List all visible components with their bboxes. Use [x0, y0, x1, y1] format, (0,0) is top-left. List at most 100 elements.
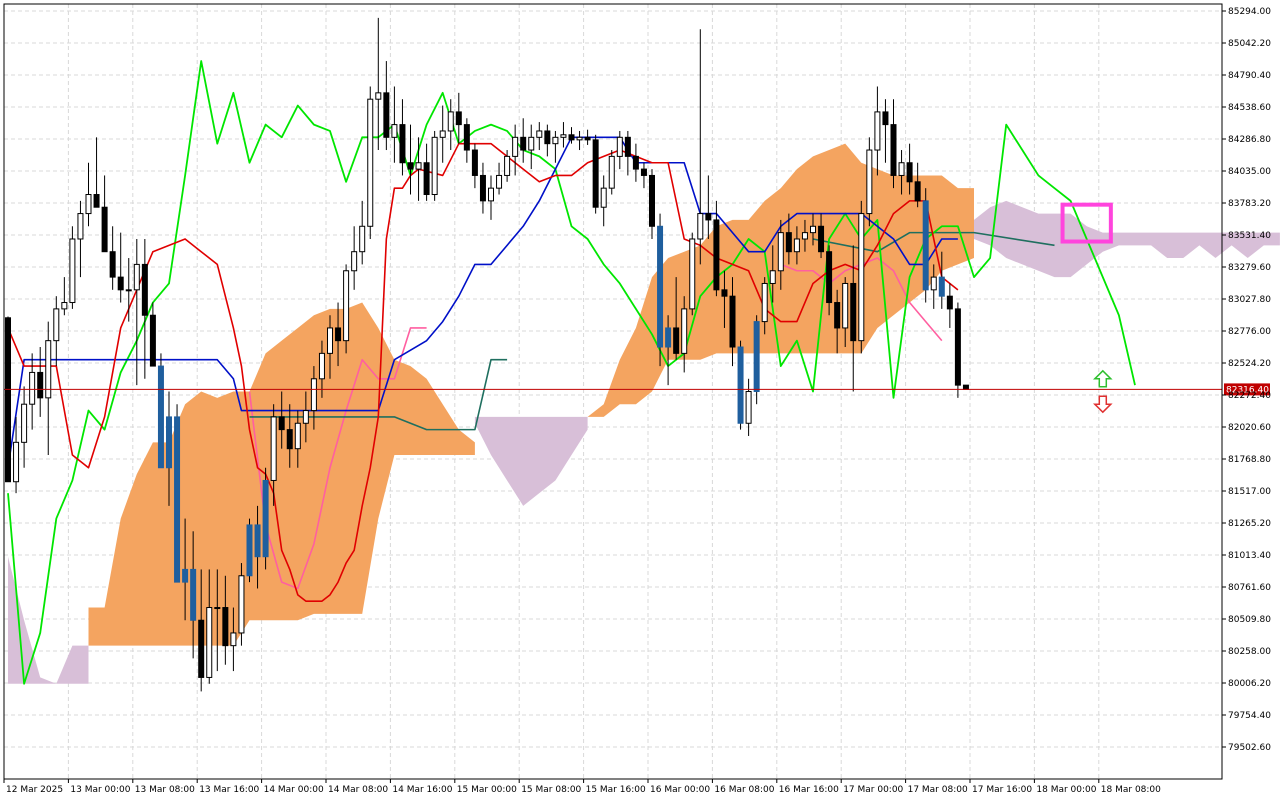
candle[interactable]: [632, 143, 639, 182]
candle[interactable]: [496, 162, 503, 195]
chart-canvas[interactable]: 82316.40 85294.0085042.2084790.4084538.6…: [0, 0, 1280, 800]
candle[interactable]: [109, 226, 116, 290]
candle[interactable]: [592, 134, 599, 214]
candle[interactable]: [640, 162, 647, 189]
candle[interactable]: [61, 277, 68, 316]
x-tick-label: 17 Mar 08:00: [908, 785, 968, 795]
candle[interactable]: [520, 118, 527, 163]
candle-body: [286, 429, 293, 450]
candle[interactable]: [705, 175, 712, 239]
y-tick-label: 85042.20: [1228, 39, 1271, 49]
candle[interactable]: [262, 467, 269, 570]
candle[interactable]: [858, 200, 865, 354]
candle[interactable]: [343, 264, 350, 354]
candle[interactable]: [29, 353, 36, 430]
y-tick-label: 84538.60: [1228, 103, 1271, 113]
candle[interactable]: [37, 347, 44, 417]
candle-body: [262, 479, 269, 558]
candle[interactable]: [69, 226, 76, 309]
candle[interactable]: [471, 143, 478, 189]
candle[interactable]: [544, 124, 551, 157]
candle[interactable]: [383, 61, 390, 151]
y-tick-label: 82776.00: [1228, 327, 1271, 337]
y-tick-label: 82020.60: [1228, 423, 1271, 433]
candle[interactable]: [21, 386, 28, 468]
candle[interactable]: [512, 124, 519, 176]
candle-body: [294, 422, 301, 450]
candle[interactable]: [737, 340, 744, 430]
candle[interactable]: [882, 99, 889, 163]
candle-body: [512, 136, 519, 157]
candle[interactable]: [101, 175, 108, 253]
candle-body: [874, 111, 881, 151]
candle[interactable]: [359, 200, 366, 265]
candle[interactable]: [93, 137, 100, 208]
kumo-bearish-area: [474, 416, 588, 506]
candle-body: [335, 327, 342, 342]
candle[interactable]: [946, 283, 953, 328]
candle[interactable]: [922, 188, 929, 303]
candle[interactable]: [649, 169, 655, 239]
candle[interactable]: [174, 404, 181, 583]
candle[interactable]: [874, 86, 881, 176]
candle[interactable]: [479, 162, 486, 214]
candle[interactable]: [552, 130, 559, 163]
candle[interactable]: [399, 99, 406, 176]
candle[interactable]: [536, 122, 543, 151]
candle[interactable]: [624, 130, 631, 176]
candle[interactable]: [608, 150, 615, 195]
x-tick-label: 14 Mar 00:00: [264, 785, 324, 795]
candle[interactable]: [45, 321, 52, 456]
candle[interactable]: [689, 232, 696, 316]
candle-body: [520, 136, 527, 151]
candle[interactable]: [954, 302, 961, 398]
candle-body: [793, 238, 800, 253]
candle[interactable]: [367, 86, 374, 239]
candle[interactable]: [431, 130, 438, 201]
candle-body: [882, 111, 889, 126]
candle[interactable]: [246, 518, 253, 583]
candle[interactable]: [77, 200, 84, 278]
candle-body: [906, 162, 913, 183]
ichimoku-chart[interactable]: 82316.40 85294.00 85042.20 84790.40 84538.6…: [0, 0, 1280, 800]
candle[interactable]: [351, 226, 358, 290]
y-tick-label: 83027.80: [1228, 295, 1271, 305]
candle[interactable]: [238, 563, 245, 646]
candle[interactable]: [463, 118, 470, 163]
candle[interactable]: [407, 124, 414, 195]
candle[interactable]: [53, 296, 60, 367]
candle-body: [471, 149, 478, 176]
y-tick-label: 79502.60: [1228, 743, 1271, 753]
candle[interactable]: [488, 175, 494, 220]
candle[interactable]: [866, 137, 873, 227]
candle[interactable]: [423, 143, 430, 201]
candle[interactable]: [141, 238, 148, 379]
candle-body: [689, 238, 696, 310]
candle-body: [85, 194, 92, 215]
candle[interactable]: [576, 130, 583, 151]
candle[interactable]: [657, 213, 664, 367]
candle[interactable]: [528, 124, 535, 170]
x-tick-label: 16 Mar 08:00: [714, 785, 774, 795]
candle[interactable]: [753, 315, 760, 405]
candle-body: [77, 213, 84, 240]
candle[interactable]: [117, 232, 124, 303]
candle[interactable]: [85, 162, 92, 227]
candle[interactable]: [890, 99, 897, 189]
candle[interactable]: [600, 175, 607, 227]
candle-body: [447, 111, 454, 132]
candle[interactable]: [697, 29, 704, 265]
candle[interactable]: [439, 105, 446, 163]
candle[interactable]: [375, 17, 382, 151]
candle[interactable]: [149, 302, 156, 367]
candle[interactable]: [5, 316, 11, 483]
y-tick-label: 83279.60: [1228, 263, 1271, 273]
candle[interactable]: [157, 353, 164, 469]
candle[interactable]: [560, 122, 567, 148]
y-tick-label: 82524.20: [1228, 359, 1271, 369]
candle-body: [721, 289, 728, 297]
candle[interactable]: [914, 162, 921, 208]
candle[interactable]: [391, 86, 398, 163]
candle[interactable]: [962, 384, 969, 390]
candle[interactable]: [584, 129, 591, 145]
